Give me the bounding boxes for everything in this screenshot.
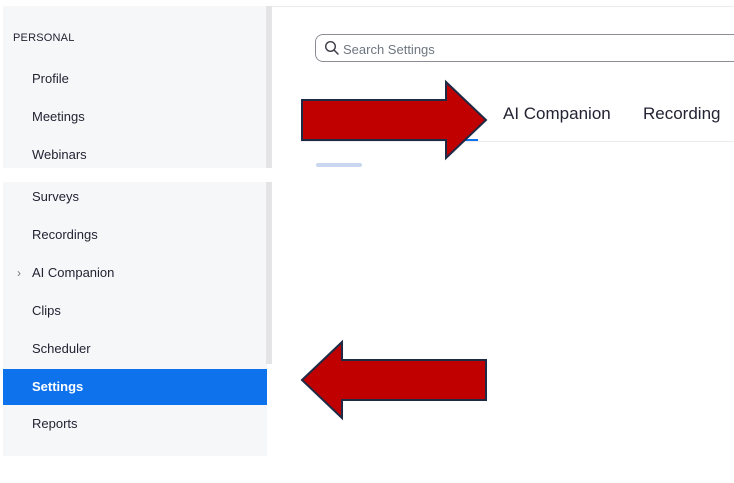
search-icon [324,40,339,55]
chevron-right-icon[interactable]: › [17,255,21,291]
sidebar-item-label: AI Companion [32,265,115,280]
search-input[interactable] [343,40,723,58]
sidebar-item-label: Scheduler [32,341,91,356]
sidebar-item-profile[interactable]: Profile [3,61,267,97]
sidebar-item-webinars[interactable]: Webinars [3,137,267,173]
tab-ai-companion[interactable]: AI Companion [503,104,611,124]
sidebar-section-label: PERSONAL [13,32,75,44]
search-box[interactable] [315,34,734,62]
sidebar-item-scheduler[interactable]: Scheduler [3,331,267,367]
tab-recording[interactable]: Recording [643,104,721,124]
annotation-arrow-right-icon [301,79,488,161]
sidebar-item-settings[interactable]: Settings [3,369,267,405]
sidebar-item-meetings[interactable]: Meetings [3,99,267,135]
sidebar-item-clips[interactable]: Clips [3,293,267,329]
sidebar-item-ai-companion[interactable]: › AI Companion [3,255,267,291]
truncated-content-fragment [316,163,362,167]
header-divider [272,6,734,7]
sidebar-item-label: Webinars [32,147,87,162]
annotation-arrow-left-icon [300,339,487,421]
sidebar-item-label: Reports [32,416,78,431]
sidebar-item-label: Clips [32,303,61,318]
sidebar-item-label: Recordings [32,227,98,242]
sidebar-item-label: Meetings [32,109,85,124]
sidebar-item-reports[interactable]: Reports [3,406,267,442]
sidebar-item-surveys[interactable]: Surveys [3,179,267,215]
sidebar-item-label: Surveys [32,189,79,204]
sidebar-item-recordings[interactable]: Recordings [3,217,267,253]
sidebar-item-label: Settings [32,379,84,394]
sidebar-item-label: Profile [32,71,69,86]
